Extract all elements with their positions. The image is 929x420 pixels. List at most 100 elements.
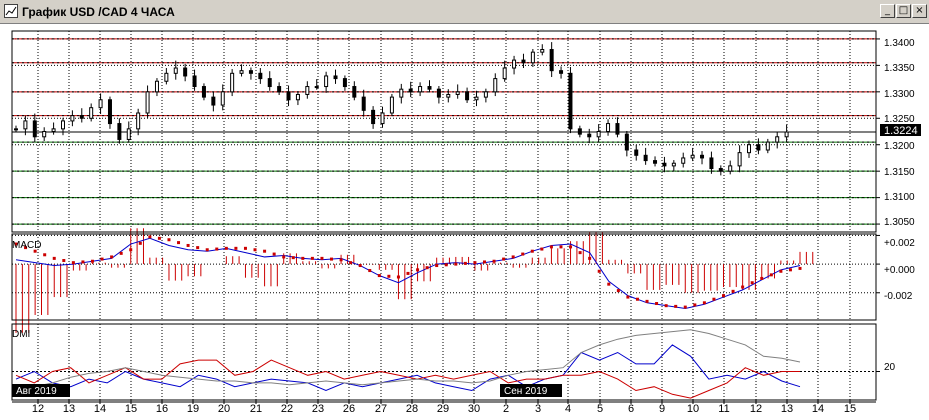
macd-signal-dot: [129, 248, 133, 252]
x-tick-label: 14: [812, 403, 824, 415]
macd-signal-dot: [702, 301, 706, 305]
macd-signal-dot: [722, 294, 726, 298]
candle-body: [493, 78, 498, 93]
macd-signal-dot: [387, 274, 391, 278]
price-tick-label: 1.3400: [884, 38, 915, 49]
macd-signal-dot: [760, 276, 764, 280]
candle-body: [89, 107, 94, 119]
candle-body: [201, 86, 206, 98]
x-tick-label: 30: [468, 403, 480, 415]
x-tick-label: 22: [281, 403, 293, 415]
levels-layer: [12, 38, 876, 225]
chart-svg[interactable]: 1.3224 1.3400 1.3350 1.3300 1.3250 1.320…: [0, 24, 929, 420]
x-tick-label: 4: [565, 403, 571, 415]
macd-signal-dot: [788, 268, 792, 272]
macd-signal-dot: [502, 257, 506, 261]
current-price-label: 1.3224: [884, 125, 918, 137]
candle-body: [136, 112, 141, 130]
macd-signal-dot: [167, 238, 171, 242]
close-button[interactable]: ×: [912, 4, 927, 18]
x-tick-label: 11: [718, 403, 729, 415]
macd-signal-dot: [71, 261, 75, 265]
macd-signal-dot: [90, 259, 94, 263]
dmi-plus-line: [15, 344, 801, 392]
candle-body: [446, 93, 451, 98]
x-tick-label: 12: [750, 403, 762, 415]
candle-body: [295, 93, 300, 101]
x-tick-label: 9: [659, 403, 665, 415]
macd-signal-dot: [358, 264, 362, 268]
macd-tick-label: +0.000: [884, 265, 915, 276]
macd-signal-dot: [482, 260, 486, 264]
macd-signal-dot: [626, 295, 630, 299]
macd-signal-dot: [291, 256, 295, 260]
macd-signal-dot: [368, 269, 372, 273]
macd-signal-dot: [148, 235, 152, 239]
macd-signal-dot: [731, 289, 735, 293]
price-tick-label: 1.3350: [884, 63, 915, 74]
macd-signal-dot: [741, 285, 745, 289]
macd-label: MACD: [12, 240, 41, 251]
macd-signal-dot: [530, 249, 534, 253]
chart-area[interactable]: 1.3224 1.3400 1.3350 1.3300 1.3250 1.320…: [0, 24, 929, 420]
candle-body: [230, 72, 235, 93]
month-label-aug: Авг 2019: [16, 386, 57, 397]
candle-body: [418, 86, 423, 93]
dmi-tick-label: 20: [884, 362, 896, 373]
price-tick-label: 1.3300: [884, 89, 915, 100]
candle-body: [530, 51, 535, 64]
macd-signal-dot: [492, 259, 496, 263]
macd-signal-dot: [569, 245, 573, 249]
candle-body: [267, 78, 272, 88]
frame-layer: [11, 30, 877, 404]
candle-body: [117, 123, 122, 140]
candle-body: [765, 141, 770, 151]
candle-body: [634, 149, 639, 156]
macd-signal-dot: [349, 261, 353, 265]
candle-body: [145, 91, 150, 114]
candle-body: [549, 49, 554, 72]
macd-signal-dot: [588, 256, 592, 260]
candle-body: [51, 128, 56, 132]
candle-body: [662, 162, 667, 167]
maximize-button[interactable]: □: [896, 4, 911, 18]
macd-signal-dot: [798, 266, 802, 270]
x-tick-label: 2: [503, 403, 509, 415]
panel-frame: [11, 233, 877, 321]
candle-body: [192, 75, 197, 88]
candle-body: [559, 70, 564, 74]
minimize-button[interactable]: _: [880, 4, 895, 18]
macd-signal-dot: [769, 273, 773, 277]
candle-body: [502, 67, 507, 80]
candle-body: [126, 128, 131, 140]
macd-tick-label: -0.002: [884, 291, 913, 302]
candle-body: [577, 128, 582, 135]
candle-body: [389, 96, 394, 114]
candle-body: [14, 128, 18, 131]
candle-body: [183, 67, 188, 77]
candle-body: [615, 123, 620, 135]
candle-body: [211, 96, 216, 106]
x-tick-label: 28: [406, 403, 418, 415]
candle-body: [32, 120, 37, 138]
candle-body: [643, 154, 648, 162]
candle-body: [333, 75, 338, 80]
price-tick-label: 1.3200: [884, 141, 915, 152]
price-tick-label: 1.3100: [884, 192, 915, 203]
x-tick-label: 27: [375, 403, 387, 415]
candle-body: [324, 75, 329, 88]
macd-signal-dot: [234, 246, 238, 250]
macd-signal-dot: [138, 241, 142, 245]
candle-body: [775, 136, 780, 143]
window-titlebar[interactable]: График USD /CAD 4 ЧАСА _ □ ×: [0, 0, 929, 24]
macd-signal-dot: [157, 236, 161, 240]
macd-signal-dot: [597, 269, 601, 273]
macd-signal-dot: [540, 247, 544, 251]
window-title: График USD /CAD 4 ЧАСА: [22, 5, 175, 19]
macd-signal-dot: [330, 257, 334, 261]
macd-signal-dot: [454, 262, 458, 266]
candle-body: [60, 120, 65, 130]
macd-signal-dot: [196, 246, 200, 250]
x-tick-label: 15: [125, 403, 137, 415]
candle-body: [606, 123, 611, 132]
